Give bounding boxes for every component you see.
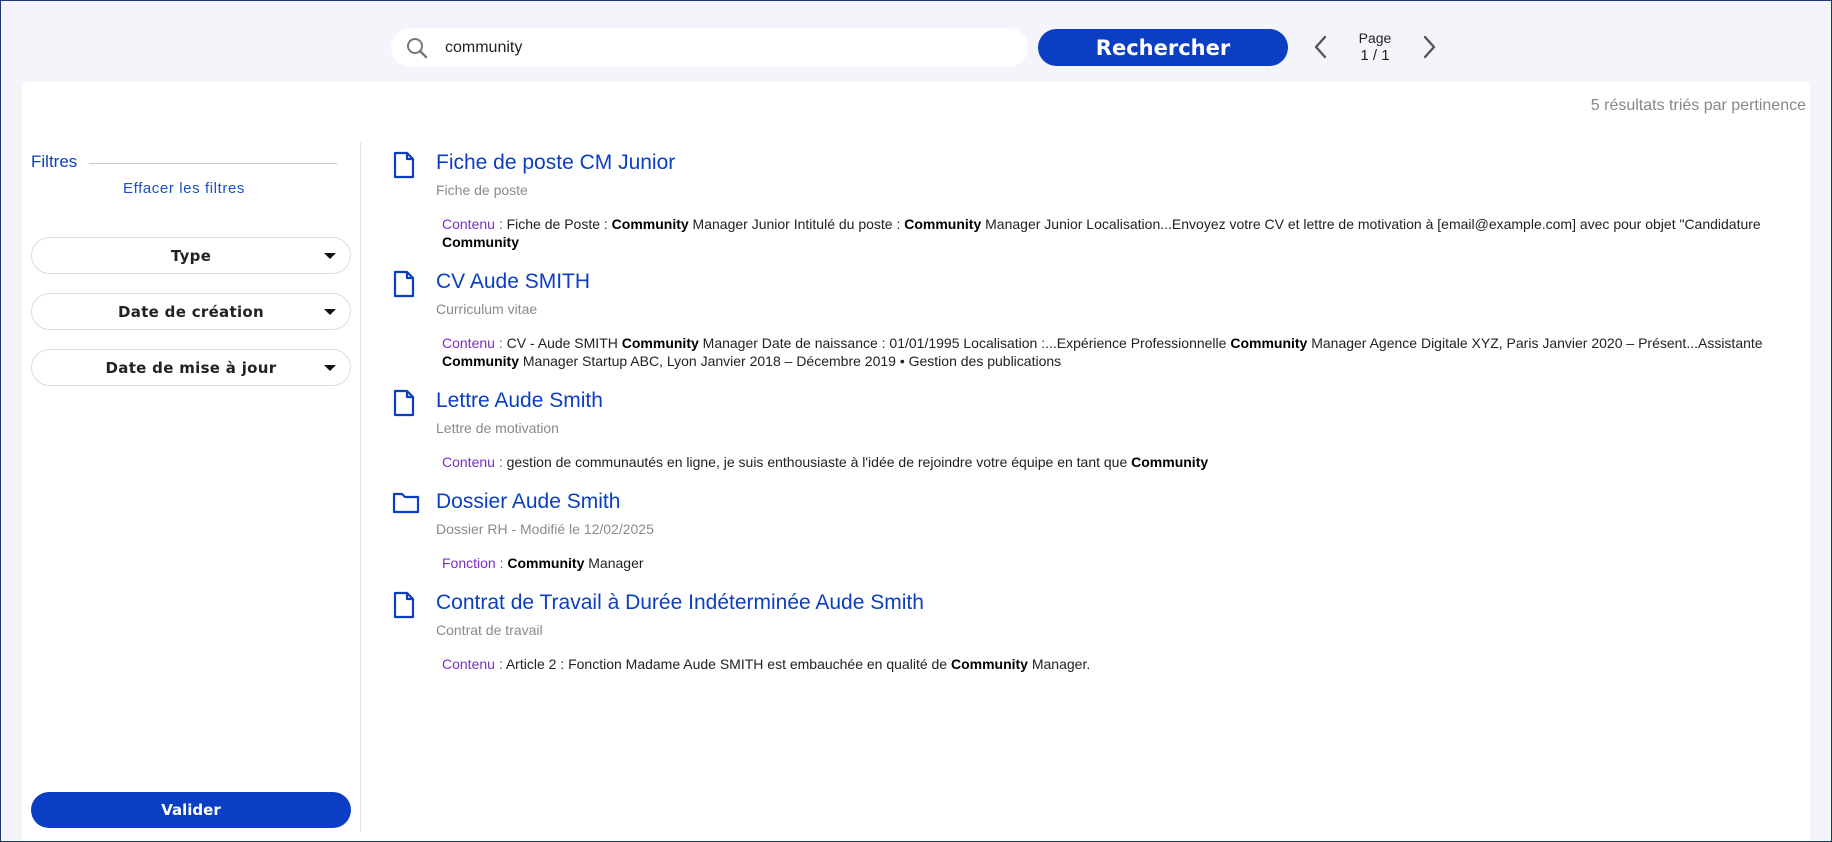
result-title[interactable]: Lettre Aude Smith bbox=[436, 389, 603, 413]
search-icon bbox=[405, 36, 429, 60]
result-subtitle: Fiche de poste bbox=[436, 182, 528, 198]
caret-down-icon bbox=[324, 365, 336, 371]
snippet-label: Contenu : bbox=[442, 335, 503, 351]
snippet-label: Contenu : bbox=[442, 216, 503, 232]
snippet-keyword: Community bbox=[1230, 335, 1308, 351]
results-panel: 5 résultats triés par pertinence Filtres… bbox=[22, 82, 1810, 841]
snippet-text: Manager Startup ABC, Lyon Janvier 2018 –… bbox=[519, 353, 1062, 369]
filters-sidebar: Filtres Effacer les filtres Type Date de… bbox=[22, 142, 361, 832]
snippet-text: Article 2 : Fonction Madame Aude SMITH e… bbox=[502, 656, 951, 672]
clear-filters-link[interactable]: Effacer les filtres bbox=[31, 180, 337, 197]
top-bar: Rechercher Page 1 / 1 bbox=[1, 1, 1831, 81]
result-snippet: Contenu : Fiche de Poste : Community Man… bbox=[442, 215, 1792, 251]
snippet-keyword: Community bbox=[442, 234, 519, 250]
snippet-keyword: Community bbox=[1131, 454, 1209, 470]
search-box[interactable] bbox=[391, 28, 1028, 67]
snippet-text: Manager Junior Localisation...Envoyez vo… bbox=[981, 216, 1761, 232]
snippet-label: Contenu : bbox=[442, 454, 503, 470]
snippet-text: Manager Junior Intitulé du poste : bbox=[688, 216, 905, 232]
validate-button[interactable]: Valider bbox=[31, 792, 351, 828]
result-snippet: Contenu : CV - Aude SMITH Community Mana… bbox=[442, 334, 1792, 370]
snippet-text: Fiche de Poste : bbox=[502, 216, 612, 232]
snippet-text: Manager bbox=[584, 555, 644, 571]
pagination: Page 1 / 1 bbox=[1306, 27, 1444, 67]
snippet-keyword: Community bbox=[950, 656, 1028, 672]
search-input[interactable] bbox=[445, 38, 985, 57]
previous-page-button[interactable] bbox=[1306, 27, 1334, 67]
snippet-text: Manager Date de naissance : 01/01/1995 L… bbox=[698, 335, 1231, 351]
caret-down-icon bbox=[324, 309, 336, 315]
search-button[interactable]: Rechercher bbox=[1038, 29, 1288, 66]
snippet-keyword: Community bbox=[611, 216, 689, 232]
snippet-label: Fonction : bbox=[442, 555, 504, 571]
result-title[interactable]: Dossier Aude Smith bbox=[436, 490, 620, 514]
snippet-text: gestion de communautés en ligne, je suis… bbox=[502, 454, 1132, 470]
page-label: Page bbox=[1358, 30, 1392, 46]
file-icon bbox=[392, 151, 420, 179]
update-date-filter-dropdown[interactable]: Date de mise à jour bbox=[31, 349, 351, 386]
snippet-keyword: Community bbox=[507, 555, 585, 571]
next-page-button[interactable] bbox=[1416, 27, 1444, 67]
result-snippet: Fonction : Community Manager bbox=[442, 554, 1792, 572]
update-date-filter-label: Date de mise à jour bbox=[105, 358, 277, 377]
snippet-text: CV - Aude SMITH bbox=[502, 335, 622, 351]
type-filter-label: Type bbox=[170, 246, 212, 265]
result-snippet: Contenu : gestion de communautés en lign… bbox=[442, 453, 1792, 471]
result-subtitle: Lettre de motivation bbox=[436, 420, 559, 436]
filters-header: Filtres bbox=[31, 152, 337, 172]
folder-icon bbox=[392, 490, 420, 518]
result-subtitle: Curriculum vitae bbox=[436, 301, 538, 317]
filters-title: Filtres bbox=[31, 152, 78, 171]
snippet-label: Contenu : bbox=[442, 656, 503, 672]
total-pages: 1 bbox=[1381, 47, 1390, 64]
filters-divider bbox=[89, 162, 337, 164]
file-icon bbox=[392, 270, 420, 298]
current-page: 1 bbox=[1360, 47, 1369, 64]
snippet-keyword: Community bbox=[621, 335, 699, 351]
result-subtitle: Dossier RH - Modifié le 12/02/2025 bbox=[436, 521, 654, 537]
result-title[interactable]: CV Aude SMITH bbox=[436, 270, 590, 294]
page-number: 1 / 1 bbox=[1334, 47, 1416, 65]
caret-down-icon bbox=[324, 253, 336, 259]
chevron-left-icon bbox=[1314, 35, 1327, 59]
result-snippet: Contenu : Article 2 : Fonction Madame Au… bbox=[442, 655, 1792, 673]
result-title[interactable]: Contrat de Travail à Durée Indéterminée … bbox=[436, 591, 924, 615]
file-icon bbox=[392, 591, 420, 619]
chevron-right-icon bbox=[1423, 35, 1436, 59]
type-filter-dropdown[interactable]: Type bbox=[31, 237, 351, 274]
creation-date-filter-dropdown[interactable]: Date de création bbox=[31, 293, 351, 330]
results-summary: 5 résultats triés par pertinence bbox=[1590, 97, 1806, 114]
page-separator: / bbox=[1372, 47, 1378, 64]
snippet-keyword: Community bbox=[442, 353, 519, 369]
creation-date-filter-label: Date de création bbox=[118, 302, 264, 321]
page-indicator: Page 1 / 1 bbox=[1334, 29, 1416, 65]
snippet-text: Manager Agence Digitale XYZ, Paris Janvi… bbox=[1307, 335, 1763, 351]
file-icon bbox=[392, 389, 420, 417]
result-title[interactable]: Fiche de poste CM Junior bbox=[436, 151, 675, 175]
snippet-text: Manager. bbox=[1027, 656, 1091, 672]
result-subtitle: Contrat de travail bbox=[436, 622, 543, 638]
snippet-keyword: Community bbox=[904, 216, 982, 232]
